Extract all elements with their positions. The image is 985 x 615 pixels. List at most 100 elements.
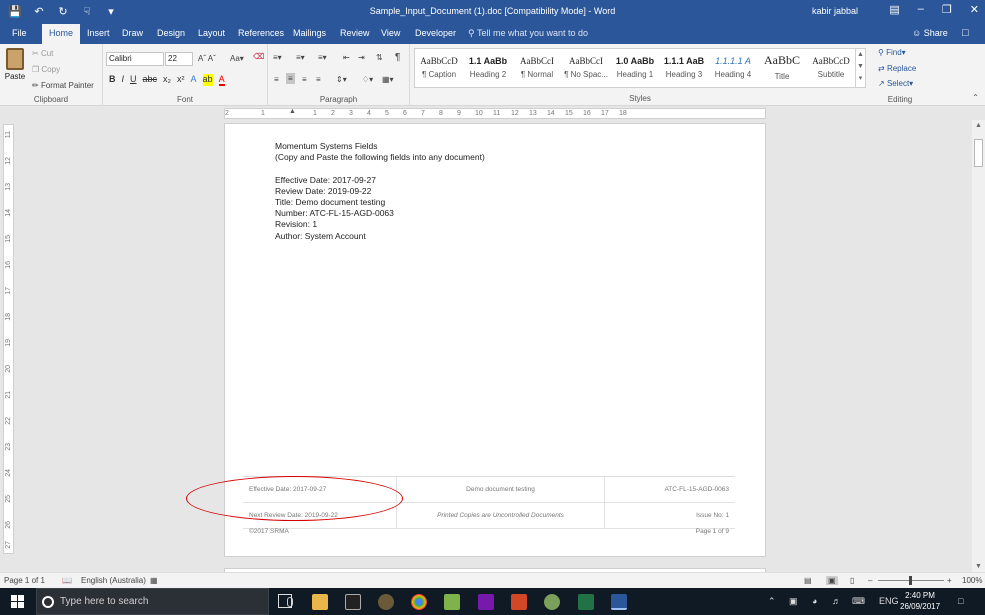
- find-button[interactable]: ⚲ Find▾: [878, 48, 906, 57]
- input-language[interactable]: ENG: [879, 596, 899, 606]
- bold-button[interactable]: B: [109, 74, 116, 86]
- system-clock[interactable]: 2:40 PM 26/09/2017: [900, 590, 940, 612]
- style-no-spacing[interactable]: AaBbCcI ¶ No Spac...: [562, 49, 610, 87]
- terminal-icon[interactable]: [345, 594, 361, 610]
- paste-button[interactable]: Paste: [4, 48, 26, 81]
- style-heading-2[interactable]: 1.1 AaBb Heading 2: [464, 49, 512, 87]
- tab-draw[interactable]: Draw: [122, 28, 143, 38]
- zoom-slider-thumb[interactable]: [909, 576, 912, 585]
- web-layout-icon[interactable]: ▯: [850, 576, 854, 585]
- tab-insert[interactable]: Insert: [87, 28, 110, 38]
- language-indicator[interactable]: English (Australia): [81, 576, 146, 585]
- superscript-button[interactable]: x²: [177, 74, 185, 86]
- style-normal[interactable]: AaBbCcI ¶ Normal: [513, 49, 561, 87]
- onenote-icon[interactable]: [478, 594, 494, 610]
- underline-button[interactable]: U: [130, 74, 137, 86]
- collapse-ribbon-icon[interactable]: ⌃: [972, 93, 979, 102]
- keyboard-icon[interactable]: ⌨: [852, 596, 865, 607]
- show-formatting-icon[interactable]: ¶: [395, 52, 400, 63]
- replace-button[interactable]: ⇄ Replace: [878, 64, 916, 73]
- tab-references[interactable]: References: [238, 28, 284, 38]
- align-right-icon[interactable]: ≡: [302, 75, 307, 84]
- subscript-button[interactable]: x₂: [163, 74, 171, 86]
- style-heading-3[interactable]: 1.1.1 AaB Heading 3: [660, 49, 708, 87]
- print-layout-icon[interactable]: ▣: [826, 576, 838, 585]
- style-title[interactable]: AaBbC Title: [758, 49, 806, 87]
- tab-file[interactable]: File: [12, 28, 27, 38]
- excel-icon[interactable]: [578, 594, 594, 610]
- zoom-level[interactable]: 100%: [962, 576, 982, 585]
- tab-mailings[interactable]: Mailings: [293, 28, 326, 38]
- document-body[interactable]: Momentum Systems Fields (Copy and Paste …: [275, 141, 485, 242]
- page-count[interactable]: Page 1 of 1: [4, 576, 45, 585]
- clear-formatting-icon[interactable]: ⌫: [253, 52, 264, 61]
- text-effects-icon[interactable]: A: [191, 74, 197, 86]
- strikethrough-button[interactable]: abc: [143, 74, 158, 86]
- windows-start-icon[interactable]: [11, 595, 24, 608]
- settings-icon[interactable]: [378, 594, 394, 610]
- volume-icon[interactable]: ♬: [832, 596, 841, 606]
- task-view-icon[interactable]: [278, 594, 292, 608]
- scroll-down-icon[interactable]: ▼: [975, 563, 982, 570]
- grow-font-icon[interactable]: Aˆ Aˇ: [198, 54, 216, 63]
- cut-button[interactable]: ✂ Cut: [32, 49, 53, 58]
- highlight-icon[interactable]: ab: [202, 74, 213, 86]
- format-painter-button[interactable]: ✏ Format Painter: [32, 81, 94, 90]
- macro-icon[interactable]: ▦: [150, 576, 158, 585]
- style-heading-4[interactable]: 1.1.1.1 A Heading 4: [709, 49, 757, 87]
- change-case-icon[interactable]: Aa▾: [230, 54, 244, 63]
- tab-home[interactable]: Home: [42, 24, 81, 44]
- numbering-icon[interactable]: ≡▾: [296, 53, 305, 62]
- justify-icon[interactable]: ≡: [316, 75, 321, 84]
- taskbar-search-box[interactable]: Type here to search: [36, 588, 293, 615]
- restore-icon[interactable]: ❐: [942, 3, 952, 16]
- comments-icon[interactable]: □: [962, 27, 969, 39]
- align-center-icon[interactable]: ≡: [286, 73, 295, 84]
- close-icon[interactable]: ✕: [970, 3, 979, 16]
- scroll-up-icon[interactable]: ▲: [975, 122, 982, 129]
- proofing-icon[interactable]: 📖: [62, 576, 72, 585]
- tab-review[interactable]: Review: [340, 28, 370, 38]
- horizontal-ruler[interactable]: 2 1 ▲ 1 2 3 4 5 6 7 8 9 10 11 12 13 14 1…: [224, 108, 766, 119]
- line-spacing-icon[interactable]: ⇕▾: [336, 75, 347, 84]
- font-name-select[interactable]: Calibri: [106, 52, 164, 66]
- font-size-select[interactable]: 22: [165, 52, 193, 66]
- tab-developer[interactable]: Developer: [415, 28, 456, 38]
- font-color-icon[interactable]: A: [218, 74, 225, 86]
- zoom-in-icon[interactable]: +: [947, 576, 952, 585]
- style-caption[interactable]: AaBbCcD ¶ Caption: [415, 49, 463, 87]
- sort-icon[interactable]: ⇅: [376, 53, 383, 62]
- tab-view[interactable]: View: [381, 28, 400, 38]
- ribbon-display-icon[interactable]: ▤: [889, 3, 899, 16]
- styles-scroll[interactable]: ▲ ▼ ▾: [855, 49, 865, 87]
- minimize-icon[interactable]: –: [918, 3, 924, 16]
- vertical-scrollbar[interactable]: ▲ ▼: [972, 120, 985, 572]
- decrease-indent-icon[interactable]: ⇤: [343, 53, 350, 62]
- tray-app-icon[interactable]: ▣: [789, 596, 798, 607]
- align-left-icon[interactable]: ≡: [274, 75, 279, 84]
- italic-button[interactable]: I: [122, 74, 125, 86]
- action-center-icon[interactable]: □: [958, 596, 963, 606]
- bullets-icon[interactable]: ≡▾: [273, 53, 282, 62]
- file-explorer-icon[interactable]: [312, 594, 328, 610]
- document-page[interactable]: Momentum Systems Fields (Copy and Paste …: [186, 123, 766, 557]
- zoom-out-icon[interactable]: –: [868, 576, 872, 585]
- user-name[interactable]: kabir jabbal: [812, 6, 858, 16]
- network-icon[interactable]: [544, 594, 560, 610]
- multilevel-list-icon[interactable]: ≡▾: [318, 53, 327, 62]
- read-mode-icon[interactable]: ▤: [804, 576, 812, 585]
- select-button[interactable]: ↗ Select▾: [878, 79, 913, 88]
- share-button[interactable]: ☺ Share: [912, 28, 948, 38]
- word-icon[interactable]: [611, 594, 627, 610]
- copy-button[interactable]: ❐ Copy: [32, 65, 60, 74]
- style-heading-1[interactable]: 1.0 AaBb Heading 1: [611, 49, 659, 87]
- powerpoint-icon[interactable]: [511, 594, 527, 610]
- notepadplusplus-icon[interactable]: [444, 594, 460, 610]
- scrollbar-thumb[interactable]: [974, 139, 983, 167]
- tab-design[interactable]: Design: [157, 28, 185, 38]
- style-subtitle[interactable]: AaBbCcD Subtitle: [807, 49, 855, 87]
- shading-icon[interactable]: ♢▾: [362, 75, 373, 84]
- borders-icon[interactable]: ▦▾: [382, 75, 394, 84]
- vertical-ruler[interactable]: 11 12 13 14 15 16 17 18 19 20 21 22 23 2…: [3, 124, 14, 554]
- indent-marker-icon[interactable]: ▲: [289, 108, 296, 115]
